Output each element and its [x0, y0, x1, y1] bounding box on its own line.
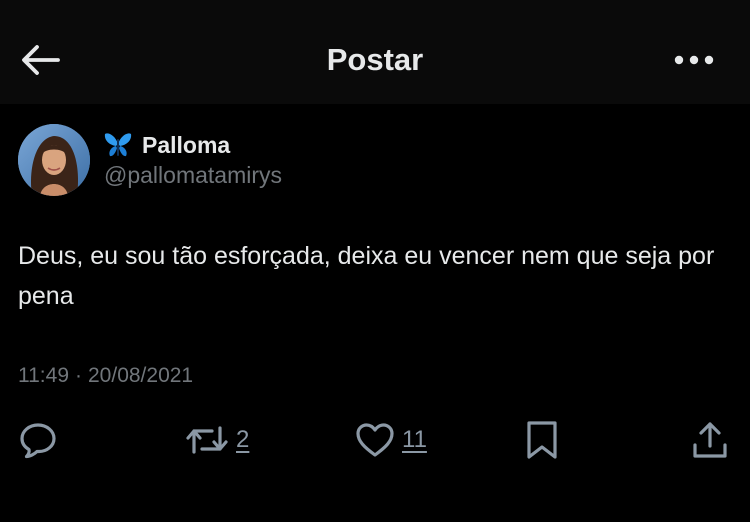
share-icon [693, 422, 727, 458]
author-handle[interactable]: @pallomatamirys [104, 160, 282, 190]
more-horizontal-icon [674, 55, 714, 65]
reply-icon [20, 423, 56, 459]
author-avatar[interactable] [18, 124, 90, 196]
author-name-row[interactable]: Palloma [104, 128, 230, 162]
like-button[interactable]: 11 [354, 414, 427, 466]
tweet-date[interactable]: 20/08/2021 [88, 364, 193, 387]
tweet-timestamp: 11:49 · 20/08/2021 [18, 361, 193, 391]
reply-button[interactable] [18, 414, 58, 466]
timestamp-separator: · [75, 364, 82, 387]
heart-icon [356, 423, 394, 457]
tweet-time[interactable]: 11:49 [18, 364, 69, 387]
like-count[interactable]: 11 [402, 426, 427, 454]
tweet-actions-bar: 2 11 [0, 414, 750, 466]
avatar-image [18, 124, 90, 196]
tweet-text: Deus, eu sou tão esforçada, deixa eu ven… [18, 242, 715, 310]
more-options-button[interactable] [670, 44, 718, 76]
butterfly-emoji-icon [104, 132, 132, 158]
author-display-name: Palloma [142, 131, 231, 158]
repost-icon [186, 426, 228, 454]
bookmark-icon [527, 421, 557, 459]
top-bar: Postar [0, 0, 750, 104]
share-button[interactable] [690, 414, 730, 466]
repost-button[interactable]: 2 [184, 414, 249, 466]
repost-count[interactable]: 2 [236, 426, 249, 454]
page-title: Postar [326, 42, 424, 77]
bookmark-button[interactable] [524, 414, 560, 466]
